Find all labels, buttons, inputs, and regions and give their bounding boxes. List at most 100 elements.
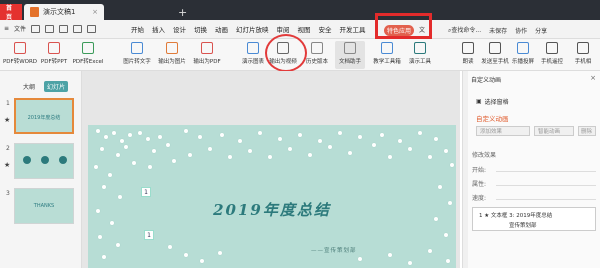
home-tab[interactable]: 首页 bbox=[0, 4, 22, 21]
select-pane-label: 选择窗格 bbox=[484, 99, 509, 106]
export-image-button[interactable]: 输出为图片 bbox=[157, 41, 187, 69]
slide-subtitle[interactable]: ——宣传策划部 bbox=[311, 246, 357, 254]
slide-thumbnail[interactable] bbox=[14, 143, 74, 179]
pdf-to-ppt-icon bbox=[48, 42, 60, 54]
animation-list-subitem: 宣传策划部 bbox=[509, 223, 537, 229]
hamburger-icon[interactable]: ≡ bbox=[4, 25, 9, 32]
blossom-decoration bbox=[166, 143, 170, 147]
slide-canvas[interactable]: 1 2019年度总结 1 ——宣传策划部 bbox=[88, 125, 456, 268]
share-button[interactable]: 分享 bbox=[535, 26, 547, 35]
start-field[interactable] bbox=[496, 171, 596, 172]
blossom-decoration bbox=[388, 253, 392, 257]
slide-thumbnail[interactable]: THANKS bbox=[14, 188, 74, 224]
blossom-decoration bbox=[152, 149, 156, 153]
slide-number: 2 bbox=[6, 145, 10, 152]
pdf-to-ppt-button[interactable]: PDF转PPT bbox=[38, 41, 70, 69]
slide-title[interactable]: 2019年度总结 bbox=[88, 199, 456, 220]
menu-security[interactable]: 安全 bbox=[319, 24, 332, 34]
export-pdf-button[interactable]: 输出为PDF bbox=[192, 41, 222, 69]
phone-remote-button[interactable]: 手机遥控 bbox=[537, 41, 567, 69]
file-menu[interactable]: 文件 bbox=[14, 24, 26, 33]
blossom-decoration bbox=[188, 153, 192, 157]
property-field[interactable] bbox=[496, 185, 596, 186]
presentation-tools-button[interactable]: 演示工具 bbox=[405, 41, 435, 69]
smart-animation-label: 智能动画 bbox=[538, 129, 561, 135]
presentation-chart-button[interactable]: 演示图表 bbox=[238, 41, 268, 69]
slide-number: 1 bbox=[6, 100, 10, 107]
custom-animation-heading: 自定义动画 bbox=[476, 115, 509, 123]
save-icon[interactable] bbox=[31, 24, 41, 33]
pdf-to-excel-button[interactable]: PDF转Excel bbox=[72, 41, 104, 69]
blossom-decoration bbox=[328, 145, 332, 149]
animation-list[interactable]: 1 ★ 文本框 3: 2019年度总结 宣传策划部 bbox=[472, 207, 596, 231]
blossom-decoration bbox=[434, 217, 438, 221]
add-effect-button[interactable]: 添加效果 bbox=[476, 126, 530, 136]
menu-transition[interactable]: 切换 bbox=[194, 24, 207, 34]
slide-thumbnail[interactable]: 2019年度总结 bbox=[14, 98, 74, 134]
doc-assistant-button[interactable]: 文档助手 bbox=[335, 41, 365, 69]
blossom-decoration bbox=[288, 147, 292, 151]
blossom-decoration bbox=[258, 131, 262, 135]
unsaved-status[interactable]: 未保存 bbox=[489, 26, 507, 35]
cast-screen-button[interactable]: 乐播投屏 bbox=[508, 41, 538, 69]
select-pane-link[interactable]: ▣ 选择窗格 bbox=[476, 97, 509, 106]
phone-camera-button[interactable]: 手机相 bbox=[568, 41, 598, 69]
document-tab[interactable]: 演示文稿1 × bbox=[24, 4, 104, 20]
close-icon[interactable]: × bbox=[590, 74, 596, 82]
blossom-decoration bbox=[100, 147, 104, 151]
tab-outline[interactable]: 大纲 bbox=[20, 81, 38, 92]
menu-slideshow[interactable]: 幻灯片放映 bbox=[236, 24, 269, 34]
close-icon[interactable]: × bbox=[92, 8, 98, 16]
blossom-decoration bbox=[110, 221, 114, 225]
read-aloud-button[interactable]: 朗读 bbox=[453, 41, 483, 69]
blossom-decoration bbox=[438, 185, 442, 189]
blossom-decoration bbox=[98, 235, 102, 239]
smart-animation-button[interactable]: 智能动画 bbox=[534, 126, 574, 136]
export-pdf-label: 输出为PDF bbox=[193, 59, 221, 65]
send-to-phone-button[interactable]: 发送至手机 bbox=[480, 41, 510, 69]
blossom-decoration bbox=[308, 153, 312, 157]
collaborate-button[interactable]: 协作 bbox=[515, 26, 527, 35]
menu-animation[interactable]: 动画 bbox=[215, 24, 228, 34]
blossom-decoration bbox=[158, 135, 162, 139]
animation-order-marker[interactable]: 1 bbox=[144, 230, 154, 240]
blossom-decoration bbox=[398, 139, 402, 143]
pdf-to-word-label: PDF转WORD bbox=[2, 59, 38, 65]
menu-design[interactable]: 设计 bbox=[173, 24, 186, 34]
print-icon[interactable] bbox=[45, 24, 55, 33]
animation-order-marker[interactable]: 1 bbox=[141, 187, 151, 197]
slide-number: 3 bbox=[6, 190, 10, 197]
menu-review[interactable]: 审阅 bbox=[277, 24, 290, 34]
delete-button[interactable]: 删除 bbox=[578, 126, 596, 136]
doc-assistant-label: 文档助手 bbox=[338, 59, 361, 65]
cast-screen-label: 乐播投屏 bbox=[511, 59, 534, 65]
speed-field[interactable] bbox=[496, 199, 596, 200]
blossom-decoration bbox=[298, 133, 302, 137]
animation-list-item[interactable]: 1 ★ 文本框 3: 2019年度总结 bbox=[479, 211, 552, 219]
pdf-to-word-button[interactable]: PDF转WORD bbox=[2, 41, 38, 69]
image-to-text-button[interactable]: 图片转文字 bbox=[122, 41, 152, 69]
undo-icon[interactable] bbox=[73, 24, 83, 33]
blossom-decoration bbox=[278, 137, 282, 141]
ppt-file-icon bbox=[30, 7, 39, 17]
blossom-decoration bbox=[220, 133, 224, 137]
slide-thumb-row[interactable]: 3 THANKS bbox=[0, 188, 82, 234]
preview-icon[interactable] bbox=[59, 24, 69, 33]
blossom-decoration bbox=[372, 143, 376, 147]
slide-thumb-row[interactable]: 2 ★ bbox=[0, 143, 82, 189]
slide-thumb-row[interactable]: 1 ★ 2019年度总结 bbox=[0, 98, 82, 144]
menu-developer[interactable]: 开发工具 bbox=[340, 24, 366, 34]
menu-insert[interactable]: 插入 bbox=[152, 24, 165, 34]
phone-camera-label: 手机相 bbox=[574, 59, 592, 65]
blossom-decoration bbox=[348, 151, 352, 155]
modify-effect-section: 修改效果 bbox=[472, 152, 497, 159]
tab-slides[interactable]: 幻灯片 bbox=[44, 81, 69, 92]
export-pdf-icon bbox=[201, 42, 213, 54]
menu-start[interactable]: 开始 bbox=[131, 24, 144, 34]
new-tab-button[interactable]: + bbox=[172, 4, 187, 20]
menu-view[interactable]: 视图 bbox=[298, 24, 311, 34]
search-command[interactable]: ⌕查找命令... bbox=[448, 25, 481, 35]
teaching-toolbox-button[interactable]: 教学工具箱 bbox=[372, 41, 402, 69]
thumb-title: 2019年度总结 bbox=[27, 115, 61, 121]
redo-icon[interactable] bbox=[87, 24, 97, 33]
